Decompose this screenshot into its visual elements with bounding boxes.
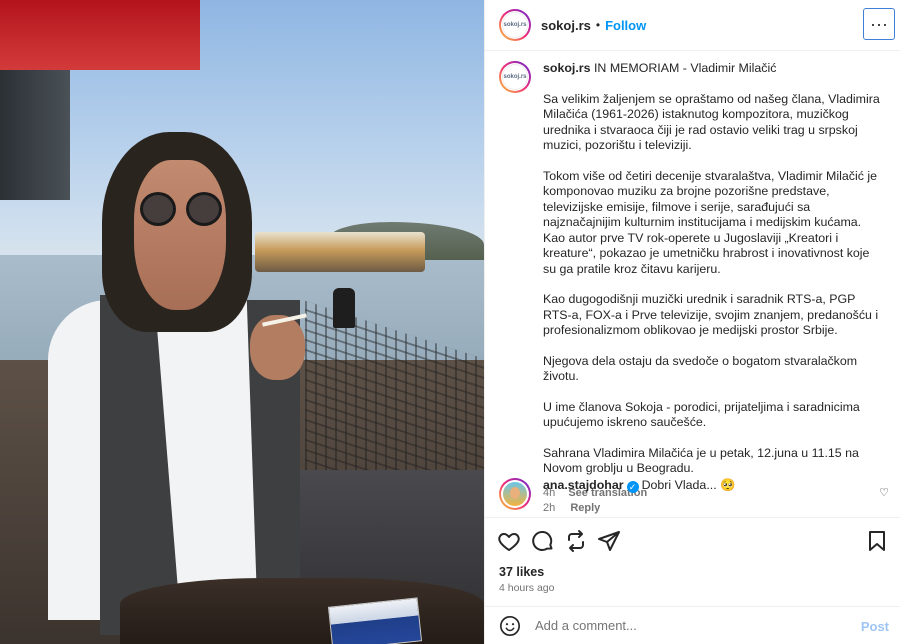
comments-area[interactable]: sokoj.rs sokoj.rs IN MEMORIAM - Vladimir…: [485, 51, 900, 521]
comment-meta: 2h Reply: [543, 501, 736, 516]
post-side-panel: sokoj.rs sokoj.rs • Follow ··· sokoj.rs …: [484, 0, 900, 644]
caption-title-line: sokoj.rs IN MEMORIAM - Vladimir Milačić: [543, 61, 883, 77]
comment-emoji: 🥺: [720, 478, 736, 492]
photo-red-awning: [0, 0, 200, 70]
comment-avatar[interactable]: [499, 478, 531, 510]
more-options-icon: ···: [870, 13, 888, 34]
profile-avatar[interactable]: sokoj.rs: [499, 9, 531, 41]
post-photo[interactable]: [0, 0, 484, 644]
header-separator: •: [595, 18, 601, 32]
likes-count[interactable]: 37 likes: [499, 565, 544, 579]
photo-sunglasses-right: [186, 192, 222, 226]
comment-text: Dobri Vlada...: [641, 478, 717, 492]
add-comment-input[interactable]: [533, 617, 837, 634]
comment-bubble-icon[interactable]: [531, 529, 555, 553]
avatar-logo: sokoj.rs: [502, 64, 528, 90]
comment-time: 2h: [543, 502, 556, 514]
photo-man-face: [134, 160, 226, 310]
like-heart-icon[interactable]: [497, 529, 521, 553]
caption-paragraph: Kao dugogodišnji muzički urednik i sarad…: [543, 292, 879, 337]
add-comment-bar: Post: [485, 606, 900, 644]
caption-username[interactable]: sokoj.rs: [543, 61, 591, 75]
save-bookmark-icon[interactable]: [865, 529, 889, 553]
post-comment-button[interactable]: Post: [861, 619, 889, 634]
instagram-post-view: sokoj.rs sokoj.rs • Follow ··· sokoj.rs …: [0, 0, 900, 644]
action-bar: [485, 517, 900, 561]
photo-table: [120, 578, 484, 644]
header-username[interactable]: sokoj.rs: [541, 18, 591, 33]
comment-avatar-image: [503, 482, 527, 506]
caption-paragraph: U ime članova Sokoja - porodici, prijate…: [543, 399, 860, 430]
photo-sunglasses-left: [140, 192, 176, 226]
comment-body: ana.stajdohar ✓ Dobri Vlada... 🥺 2h Reply: [543, 478, 736, 516]
repost-icon[interactable]: [564, 529, 588, 553]
follow-button[interactable]: Follow: [605, 18, 646, 33]
more-options-button[interactable]: ···: [863, 8, 895, 40]
caption: sokoj.rs sokoj.rs IN MEMORIAM - Vladimir…: [499, 61, 887, 501]
verified-badge-icon: ✓: [626, 481, 639, 493]
photo-lamp: [333, 288, 355, 328]
share-paper-plane-icon[interactable]: [597, 529, 621, 553]
caption-paragraph: Sa velikim žaljenjem se opraštamo od naš…: [543, 91, 880, 153]
caption-paragraph: Tokom više od četiri decenije stvaralašt…: [543, 168, 877, 276]
caption-title: IN MEMORIAM - Vladimir Milačić: [593, 61, 777, 75]
photo-cigarette-pack: [327, 597, 423, 644]
comment-reply-button[interactable]: Reply: [570, 502, 600, 514]
comment-item: ana.stajdohar ✓ Dobri Vlada... 🥺 2h Reply …: [499, 478, 889, 516]
caption-paragraph: Njegova dela ostaju da svedoče o bogatom…: [543, 353, 858, 384]
caption-text: sokoj.rs IN MEMORIAM - Vladimir Milačić …: [543, 61, 883, 501]
caption-avatar[interactable]: sokoj.rs: [499, 61, 531, 93]
photo-barge: [255, 232, 425, 272]
post-header: sokoj.rs sokoj.rs • Follow ···: [485, 0, 900, 51]
avatar-logo: sokoj.rs: [502, 12, 528, 38]
comment-username[interactable]: ana.stajdohar: [543, 478, 624, 492]
caption-paragraph: Sahrana Vladimira Milačića je u petak, 1…: [543, 445, 859, 476]
emoji-picker-icon[interactable]: [499, 615, 521, 637]
comment-like-icon[interactable]: ♡: [879, 486, 889, 499]
post-time-ago: 4 hours ago: [499, 582, 555, 594]
photo-man-hand: [250, 315, 305, 380]
